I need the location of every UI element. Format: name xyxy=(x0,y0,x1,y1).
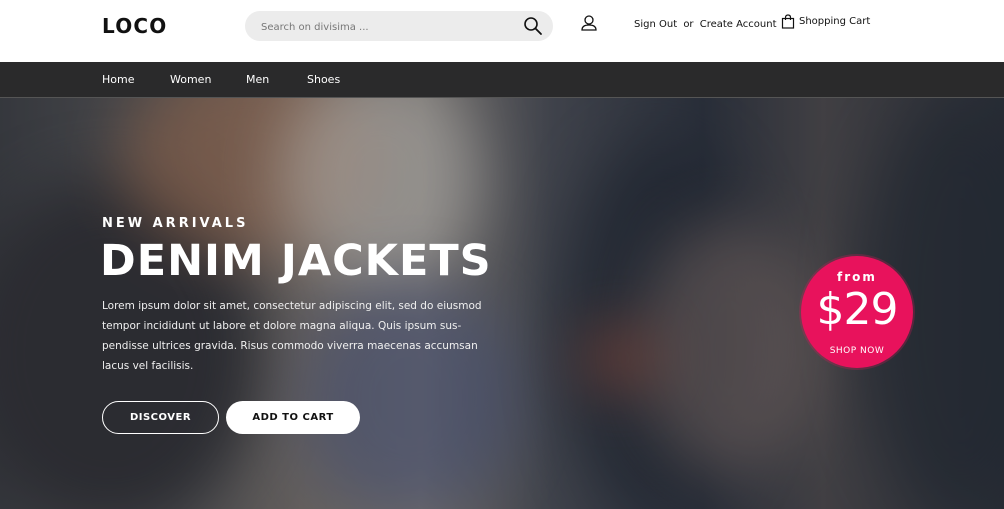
account-separator: or xyxy=(683,19,694,30)
shopping-bag-icon xyxy=(781,14,795,29)
nav-item-men[interactable]: Men xyxy=(246,73,269,86)
create-account-link[interactable]: Create Account xyxy=(700,19,777,30)
search-bar xyxy=(245,11,553,43)
add-to-cart-button[interactable]: ADD TO CART xyxy=(226,401,360,434)
hero-headline: DENIM JACKETS xyxy=(100,236,492,286)
hero-description: Lorem ipsum dolor sit amet, consectetur … xyxy=(102,300,482,372)
price-from-label: from xyxy=(837,270,877,284)
price-badge[interactable]: from $29 SHOP NOW xyxy=(801,256,913,368)
sign-out-link[interactable]: Sign Out xyxy=(634,19,677,30)
discover-button[interactable]: DISCOVER xyxy=(102,401,219,434)
nav-item-shoes[interactable]: Shoes xyxy=(307,73,340,86)
account-links: Sign Out or Create Account xyxy=(634,19,777,30)
hero-banner: NEW ARRIVALS DENIM JACKETS Lorem ipsum d… xyxy=(0,98,1004,509)
nav-item-women[interactable]: Women xyxy=(170,73,211,86)
site-header: LOCO Sign Out or Create Account Shopping… xyxy=(0,0,1004,62)
user-icon[interactable] xyxy=(580,14,598,32)
search-icon[interactable] xyxy=(523,16,543,36)
price-amount: $29 xyxy=(816,284,899,335)
hero-eyebrow: NEW ARRIVALS xyxy=(102,216,249,231)
main-navigation: Home Women Men Shoes xyxy=(0,62,1004,98)
shopping-cart-link[interactable]: Shopping Cart xyxy=(781,14,870,29)
shop-now-link[interactable]: SHOP NOW xyxy=(801,346,913,356)
search-input[interactable] xyxy=(259,11,513,43)
site-logo[interactable]: LOCO xyxy=(102,14,168,38)
nav-item-home[interactable]: Home xyxy=(102,73,134,86)
shopping-cart-label: Shopping Cart xyxy=(799,16,871,27)
